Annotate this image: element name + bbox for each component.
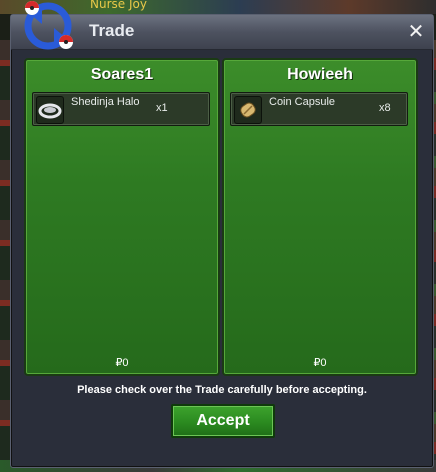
backdrop-player-name: Nurse Joy <box>90 0 147 11</box>
coin-capsule-icon <box>234 96 262 124</box>
accept-button[interactable]: Accept <box>171 404 275 438</box>
halo-icon <box>36 96 64 124</box>
money-amount-right: ₽0 <box>313 357 327 369</box>
trade-icon <box>20 0 92 72</box>
trade-item-slot[interactable]: Coin Capsule x8 <box>230 92 408 126</box>
item-name: Coin Capsule <box>269 96 336 108</box>
money-amount-left: ₽0 <box>115 357 129 369</box>
trade-notice: Please check over the Trade carefully be… <box>77 384 367 396</box>
trade-panel-left: Soares1 Shedinja Halo x1 ₽0 <box>24 58 220 376</box>
window-title: Trade <box>89 21 135 40</box>
item-quantity: x8 <box>379 102 391 114</box>
item-name: Shedinja Halo <box>71 96 140 108</box>
trade-window: Trade ✕ Soares1 Shedinja Halo x1 ₽0 Howi… <box>10 14 434 468</box>
trade-item-slot[interactable]: Shedinja Halo x1 <box>32 92 210 126</box>
item-quantity: x1 <box>156 102 168 114</box>
trade-panel-right: Howieeh Coin Capsule x8 ₽0 <box>222 58 418 376</box>
close-button[interactable]: ✕ <box>405 20 427 42</box>
player-name-right: Howieeh <box>287 66 353 83</box>
